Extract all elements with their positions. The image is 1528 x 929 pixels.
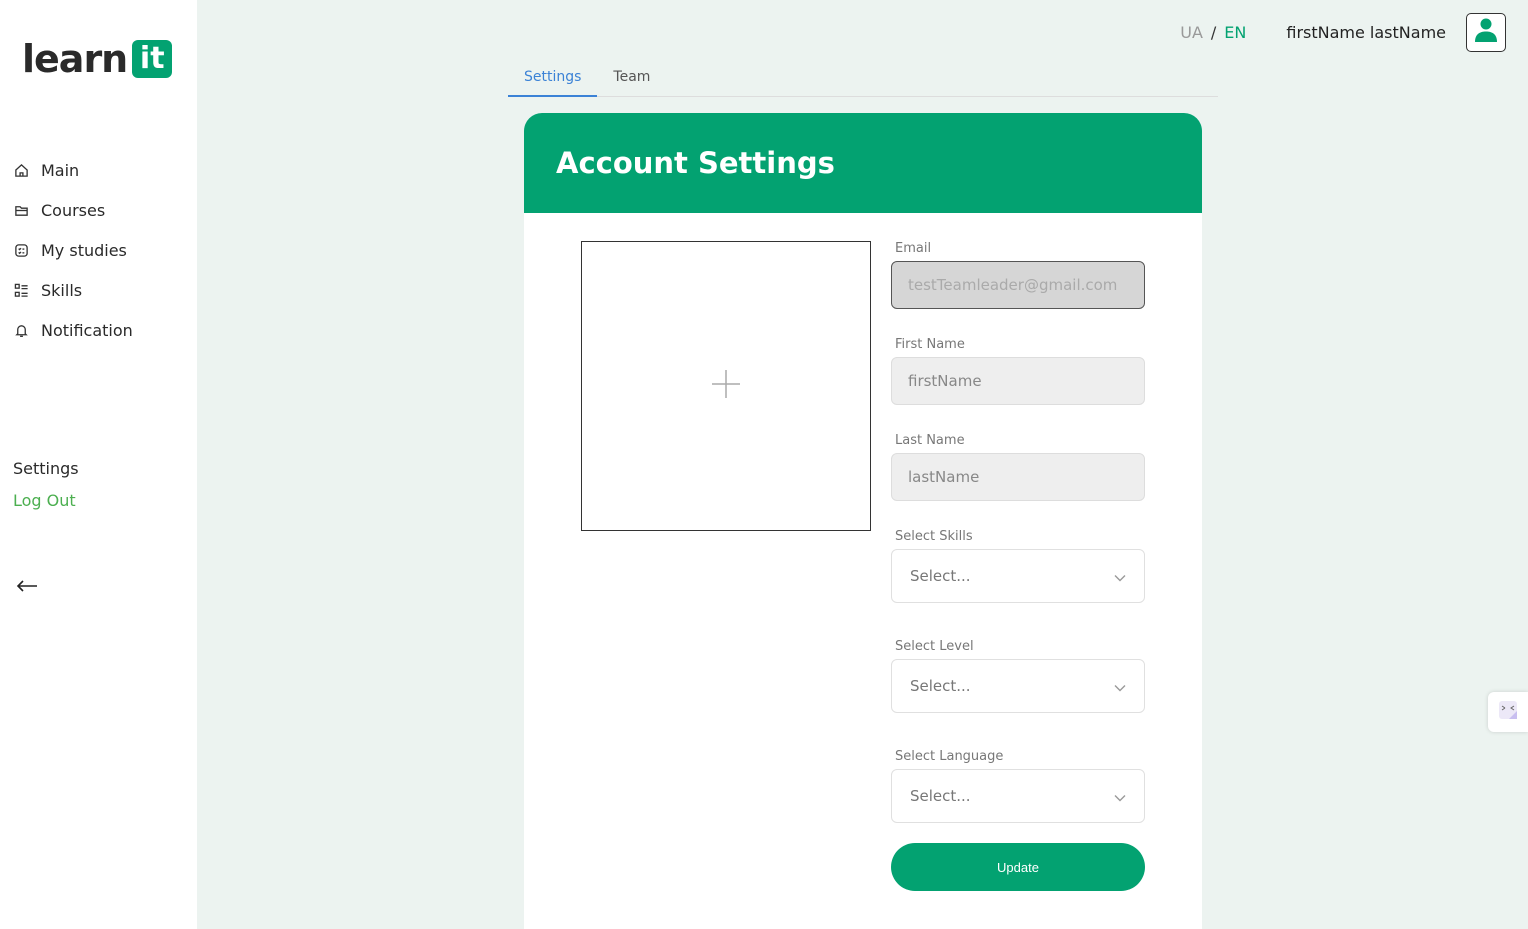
sidebar-item-label: Main bbox=[41, 160, 80, 180]
level-label: Select Level bbox=[895, 639, 974, 654]
sidebar-settings-link[interactable]: Settings bbox=[13, 459, 79, 483]
logout-link[interactable]: Log Out bbox=[13, 491, 79, 510]
email-field[interactable] bbox=[891, 261, 1145, 309]
tab-settings[interactable]: Settings bbox=[508, 66, 598, 97]
select-value: Select... bbox=[910, 567, 971, 585]
select-value: Select... bbox=[910, 787, 971, 805]
sidebar-item-label: Notification bbox=[41, 320, 133, 340]
page-title: Account Settings bbox=[556, 146, 835, 180]
sidebar: learn it Main Courses My studies Skills … bbox=[0, 0, 197, 929]
list-icon bbox=[12, 281, 30, 299]
sidebar-nav: Main Courses My studies Skills Notificat… bbox=[12, 150, 133, 350]
sidebar-item-notification[interactable]: Notification bbox=[12, 310, 133, 350]
user-name: firstName lastName bbox=[1286, 22, 1446, 42]
language-label: Select Language bbox=[895, 749, 1004, 764]
skills-select[interactable]: Select... bbox=[891, 549, 1145, 603]
last-name-field[interactable] bbox=[891, 453, 1145, 501]
plus-icon bbox=[711, 369, 741, 403]
lang-separator: / bbox=[1210, 22, 1217, 42]
sidebar-item-skills[interactable]: Skills bbox=[12, 270, 133, 310]
card-header: Account Settings bbox=[524, 113, 1202, 213]
translate-widget-button[interactable] bbox=[1488, 692, 1528, 732]
chevron-down-icon bbox=[1114, 567, 1126, 586]
avatar-upload-area[interactable] bbox=[581, 241, 871, 531]
sidebar-bottom: Settings Log Out bbox=[13, 459, 79, 510]
skills-label: Select Skills bbox=[895, 529, 973, 544]
lang-ua-option[interactable]: UA bbox=[1180, 23, 1203, 42]
home-icon bbox=[12, 161, 30, 179]
account-settings-card: Account Settings Email First Name Last N… bbox=[524, 113, 1202, 929]
bell-icon bbox=[12, 321, 30, 339]
account-form: Email First Name Last Name Select Skills… bbox=[891, 241, 1145, 891]
first-name-field[interactable] bbox=[891, 357, 1145, 405]
sidebar-item-label: My studies bbox=[41, 240, 127, 260]
translate-widget-icon bbox=[1497, 699, 1519, 725]
skills-field-group: Select Skills Select... bbox=[891, 529, 1145, 603]
email-label: Email bbox=[895, 241, 932, 256]
last-name-label: Last Name bbox=[895, 433, 965, 448]
logo-text: learn bbox=[22, 37, 128, 81]
chevron-down-icon bbox=[1114, 677, 1126, 696]
sidebar-item-label: Skills bbox=[41, 280, 83, 300]
folder-icon bbox=[12, 201, 30, 219]
tab-team[interactable]: Team bbox=[597, 66, 666, 97]
sidebar-item-main[interactable]: Main bbox=[12, 150, 133, 190]
email-field-group: Email bbox=[891, 241, 1145, 309]
user-icon bbox=[1474, 17, 1498, 47]
logo[interactable]: learn it bbox=[22, 37, 173, 81]
arrow-left-icon[interactable] bbox=[16, 574, 38, 599]
first-name-field-group: First Name bbox=[891, 337, 1145, 405]
last-name-field-group: Last Name bbox=[891, 433, 1145, 501]
sidebar-item-courses[interactable]: Courses bbox=[12, 190, 133, 230]
settings-tabs: Settings Team bbox=[508, 66, 1218, 97]
first-name-label: First Name bbox=[895, 337, 965, 352]
top-header: UA / EN firstName lastName bbox=[1180, 12, 1506, 52]
sidebar-item-label: Courses bbox=[41, 200, 106, 220]
level-field-group: Select Level Select... bbox=[891, 639, 1145, 713]
lang-en-option[interactable]: EN bbox=[1224, 23, 1246, 42]
select-value: Select... bbox=[910, 677, 971, 695]
language-switcher: UA / EN bbox=[1180, 23, 1246, 42]
sidebar-item-my-studies[interactable]: My studies bbox=[12, 230, 133, 270]
logo-badge: it bbox=[132, 40, 173, 78]
chevron-down-icon bbox=[1114, 787, 1126, 806]
profile-button[interactable] bbox=[1466, 12, 1506, 52]
update-button[interactable]: Update bbox=[891, 843, 1145, 891]
studies-icon bbox=[12, 241, 30, 259]
level-select[interactable]: Select... bbox=[891, 659, 1145, 713]
language-field-group: Select Language Select... bbox=[891, 749, 1145, 823]
language-select[interactable]: Select... bbox=[891, 769, 1145, 823]
